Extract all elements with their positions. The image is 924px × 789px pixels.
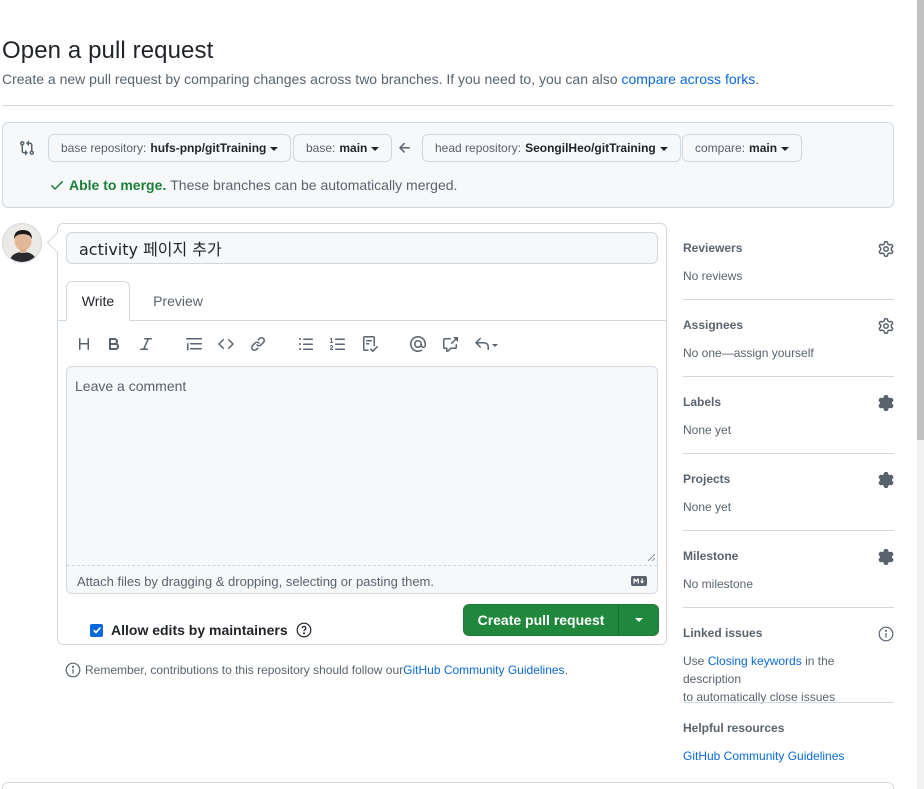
sidebar-divider bbox=[683, 702, 894, 703]
caret-down-icon bbox=[659, 146, 668, 151]
merge-text: These branches can be automatically merg… bbox=[170, 177, 458, 193]
italic-icon[interactable] bbox=[138, 336, 154, 352]
compare-value: main bbox=[749, 141, 778, 155]
ordered-list-icon[interactable] bbox=[330, 336, 346, 352]
base-label: base: bbox=[306, 141, 336, 155]
subtitle-text: Create a new pull request by comparing c… bbox=[2, 71, 622, 87]
base-repo-label: base repository: bbox=[61, 141, 147, 155]
comment-placeholder: Leave a comment bbox=[75, 378, 187, 394]
base-value: main bbox=[339, 141, 368, 155]
allow-edits-label: Allow edits by maintainers bbox=[111, 622, 288, 638]
sidebar-guidelines-link[interactable]: GitHub Community Guidelines bbox=[683, 749, 844, 763]
head-repo-value: SeongilHeo/gitTraining bbox=[525, 141, 656, 155]
markdown-toolbar bbox=[66, 332, 666, 356]
info-icon[interactable] bbox=[878, 626, 894, 642]
helpful-resources-title: Helpful resources bbox=[683, 721, 785, 735]
tabs-divider bbox=[58, 320, 666, 321]
tab-preview[interactable]: Preview bbox=[142, 281, 214, 321]
gear-icon[interactable] bbox=[878, 549, 894, 565]
sidebar-divider bbox=[683, 453, 894, 454]
header-divider bbox=[2, 105, 894, 106]
check-icon bbox=[51, 181, 63, 190]
labels-value: None yet bbox=[683, 423, 732, 437]
code-icon[interactable] bbox=[218, 336, 234, 352]
pull-request-form: activity 페이지 추가 Write Preview Leave a co… bbox=[57, 223, 667, 645]
caret-down-icon bbox=[634, 618, 643, 622]
attach-files-text[interactable]: Attach files by dragging & dropping, sel… bbox=[77, 574, 434, 589]
subtitle-end: . bbox=[755, 71, 760, 87]
task-list-icon[interactable] bbox=[362, 336, 378, 352]
title-input[interactable]: activity 페이지 추가 bbox=[66, 232, 658, 264]
resize-grip-icon[interactable] bbox=[647, 553, 655, 561]
question-icon[interactable] bbox=[296, 622, 312, 638]
head-repo-label: head repository: bbox=[435, 141, 522, 155]
link-icon[interactable] bbox=[250, 336, 266, 352]
merge-ok-label: Able to merge. bbox=[69, 177, 167, 193]
allow-edits-checkbox[interactable] bbox=[90, 623, 103, 637]
info-icon bbox=[65, 662, 81, 678]
range-editor: base repository: hufs-pnp/gitTraining bas… bbox=[2, 122, 894, 208]
base-repo-value: hufs-pnp/gitTraining bbox=[150, 141, 267, 155]
compare-branch-select[interactable]: compare: main bbox=[682, 134, 803, 162]
linked-pre: Use bbox=[683, 654, 708, 668]
git-compare-icon bbox=[19, 140, 35, 156]
closing-keywords-link[interactable]: Closing keywords bbox=[708, 654, 802, 668]
cross-reference-icon[interactable] bbox=[442, 336, 458, 352]
milestone-value: No milestone bbox=[683, 577, 754, 591]
projects-value: None yet bbox=[683, 500, 732, 514]
comment-divider bbox=[67, 565, 657, 566]
gear-icon[interactable] bbox=[878, 241, 894, 257]
tab-write[interactable]: Write bbox=[66, 281, 130, 321]
sidebar-divider bbox=[683, 376, 894, 377]
reviewers-title: Reviewers bbox=[683, 241, 743, 255]
caret-down-icon bbox=[781, 146, 790, 151]
gear-icon[interactable] bbox=[878, 395, 894, 411]
create-pull-request-button[interactable]: Create pull request bbox=[464, 605, 619, 635]
compare-label: compare: bbox=[695, 141, 746, 155]
create-pull-request-button-group: Create pull request bbox=[463, 604, 659, 636]
markdown-icon[interactable] bbox=[631, 576, 647, 586]
commits-box bbox=[2, 782, 894, 789]
scrollbar-thumb[interactable] bbox=[917, 0, 924, 440]
scrollbar[interactable] bbox=[917, 0, 924, 789]
arrow-left-icon bbox=[397, 140, 413, 156]
page-subtitle: Create a new pull request by comparing c… bbox=[2, 71, 759, 87]
projects-title: Projects bbox=[683, 472, 731, 486]
guidelines-note: Remember, contributions to this reposito… bbox=[65, 662, 568, 678]
unordered-list-icon[interactable] bbox=[298, 336, 314, 352]
community-guidelines-link[interactable]: GitHub Community Guidelines bbox=[403, 663, 564, 677]
gear-icon[interactable] bbox=[878, 318, 894, 334]
linked-issues-value: Use Closing keywords in the description t… bbox=[683, 652, 894, 706]
allow-edits-checkbox-row[interactable]: Allow edits by maintainers bbox=[90, 622, 312, 638]
assignees-value[interactable]: No one—assign yourself bbox=[683, 344, 814, 362]
caret-down-icon bbox=[270, 146, 279, 151]
compare-across-forks-link[interactable]: compare across forks bbox=[621, 71, 755, 87]
guidelines-text: Remember, contributions to this reposito… bbox=[85, 663, 404, 677]
page-title: Open a pull request bbox=[2, 37, 214, 64]
labels-title: Labels bbox=[683, 395, 722, 409]
base-repository-select[interactable]: base repository: hufs-pnp/gitTraining bbox=[48, 134, 292, 162]
assignees-title: Assignees bbox=[683, 318, 744, 332]
milestone-title: Milestone bbox=[683, 549, 739, 563]
saved-replies-icon[interactable] bbox=[474, 336, 502, 352]
quote-icon[interactable] bbox=[186, 336, 202, 352]
linked-issues-title: Linked issues bbox=[683, 626, 763, 640]
sidebar-divider bbox=[683, 299, 894, 300]
reviewers-value: No reviews bbox=[683, 269, 743, 283]
heading-icon[interactable] bbox=[76, 336, 92, 352]
base-branch-select[interactable]: base: main bbox=[293, 134, 393, 162]
create-options-dropdown[interactable] bbox=[619, 605, 658, 635]
avatar[interactable] bbox=[2, 223, 42, 263]
comment-textarea[interactable]: Leave a comment Attach files by dragging… bbox=[66, 366, 658, 594]
helpful-resources-value: GitHub Community Guidelines bbox=[683, 747, 844, 765]
bold-icon[interactable] bbox=[106, 336, 122, 352]
caret-down-icon bbox=[371, 146, 380, 151]
sidebar-divider bbox=[683, 607, 894, 608]
sidebar-divider bbox=[683, 530, 894, 531]
head-repository-select[interactable]: head repository: SeongilHeo/gitTraining bbox=[422, 134, 681, 162]
mention-icon[interactable] bbox=[410, 336, 426, 352]
gear-icon[interactable] bbox=[878, 472, 894, 488]
merge-status: Able to merge. These branches can be aut… bbox=[49, 177, 457, 193]
guidelines-end: . bbox=[564, 663, 568, 677]
